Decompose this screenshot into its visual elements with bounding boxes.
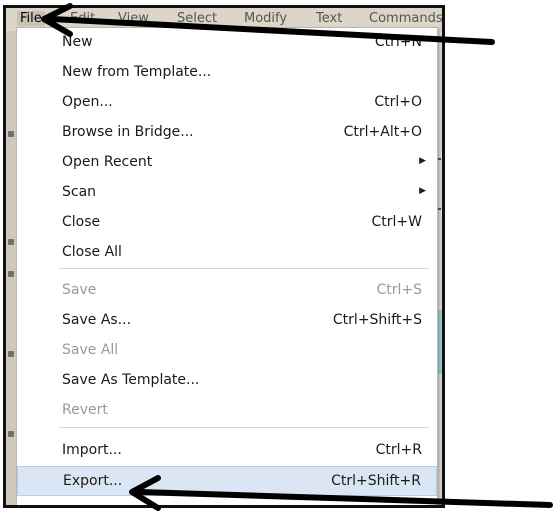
menu-item-label: Close All [62,244,122,260]
menu-item-revert: Revert [17,396,437,426]
menu-item-shortcut: Ctrl+Shift+R [331,473,421,489]
menu-edit[interactable]: Edit [70,11,95,26]
menu-select[interactable]: Select [177,11,217,26]
menu-item-label: Save As Template... [62,372,200,388]
menu-item-shortcut: Ctrl+W [371,214,422,230]
app-window: File Edit View Select Modify Text Comman… [3,5,445,508]
menu-item-label: Browse in Bridge... [62,124,194,140]
menu-item-label: Close [62,214,101,230]
menu-text[interactable]: Text [316,11,342,26]
menu-item-save-as-template[interactable]: Save As Template... [17,366,437,396]
menu-item-label: Import... [62,442,122,458]
menu-separator [59,427,429,428]
menu-view[interactable]: View [118,11,149,26]
menu-item-label: Save As... [62,312,132,328]
panel-handle [8,431,14,437]
menu-item-browse-in-bridge[interactable]: Browse in Bridge... Ctrl+Alt+O [17,118,437,148]
menu-item-export[interactable]: Export... Ctrl+Shift+R [17,466,437,496]
menu-item-label: Export... [63,473,123,489]
menu-item-label: New from Template... [62,64,212,80]
menu-item-label: Scan [62,184,97,200]
menu-item-label: Save All [62,342,119,358]
menu-item-save: Save Ctrl+S [17,276,437,306]
menu-item-save-all: Save All [17,336,437,366]
menu-item-shortcut: Ctrl+O [374,94,422,110]
menu-item-shortcut: Ctrl+Shift+S [332,312,422,328]
menu-item-scan[interactable]: Scan ▶ [17,178,437,208]
menu-item-close-all[interactable]: Close All [17,238,437,268]
panel-handle [8,239,14,245]
menu-file[interactable]: File [17,11,45,26]
menu-item-new-from-template[interactable]: New from Template... [17,58,437,88]
menu-item-label: Open Recent [62,154,153,170]
panel-handle [8,351,14,357]
menu-item-open[interactable]: Open... Ctrl+O [17,88,437,118]
submenu-arrow-icon: ▶ [419,156,426,166]
menu-item-label: Revert [62,402,108,418]
menu-item-save-as[interactable]: Save As... Ctrl+Shift+S [17,306,437,336]
menu-item-shortcut: Ctrl+R [375,442,422,458]
menu-item-shortcut: Ctrl+S [376,282,422,298]
menu-commands[interactable]: Commands [369,11,442,26]
menu-modify[interactable]: Modify [244,11,287,26]
menu-item-shortcut: Ctrl+Alt+O [343,124,422,140]
menu-separator [59,268,429,269]
submenu-arrow-icon: ▶ [419,186,426,196]
menu-item-import[interactable]: Import... Ctrl+R [17,436,437,466]
panel-handle [8,131,14,137]
file-dropdown-menu: New Ctrl+N New from Template... Open... … [16,27,438,505]
menu-item-label: Save [62,282,97,298]
menu-item-close[interactable]: Close Ctrl+W [17,208,437,238]
menu-item-shortcut: Ctrl+N [374,34,422,50]
panel-handle [8,271,14,277]
menu-item-new[interactable]: New Ctrl+N [17,28,437,58]
menu-item-label: New [62,34,93,50]
menu-item-open-recent[interactable]: Open Recent ▶ [17,148,437,178]
menu-item-label: Open... [62,94,113,110]
